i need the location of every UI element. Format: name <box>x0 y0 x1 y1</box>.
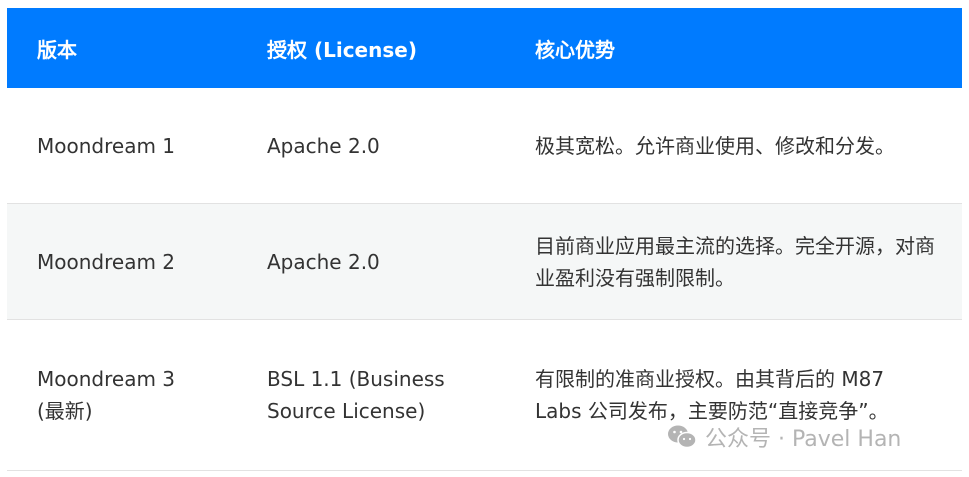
watermark-text: 公众号 · Pavel Han <box>705 427 902 452</box>
header-license: 授权 (License) <box>267 37 417 62</box>
table-header: 版本 授权 (License) 核心优势 <box>7 8 962 88</box>
wechat-icon <box>668 425 697 449</box>
header-version: 版本 <box>37 37 77 62</box>
license-cell: Apache 2.0 <box>267 133 380 158</box>
table-row: Moondream 1 Apache 2.0 极其宽松。允许商业使用、修改和分发… <box>7 88 962 204</box>
advantage-cell: 目前商业应用最主流的选择。完全开源，对商业盈利没有强制限制。 <box>535 233 935 290</box>
advantage-cell: 极其宽松。允许商业使用、修改和分发。 <box>535 133 895 158</box>
header-advantage: 核心优势 <box>535 37 615 62</box>
version-cell: Moondream 1 <box>37 133 176 158</box>
table-row: Moondream 2 Apache 2.0 目前商业应用最主流的选择。完全开源… <box>7 204 962 320</box>
version-cell: Moondream 3 (最新) <box>37 367 176 423</box>
license-cell: BSL 1.1 (Business Source License) <box>267 367 445 423</box>
license-cell: Apache 2.0 <box>267 249 380 274</box>
license-table: 版本 授权 (License) 核心优势 Moondream 1 Apache … <box>7 8 962 471</box>
watermark: 公众号 · Pavel Han <box>667 421 901 453</box>
version-cell: Moondream 2 <box>37 249 176 274</box>
